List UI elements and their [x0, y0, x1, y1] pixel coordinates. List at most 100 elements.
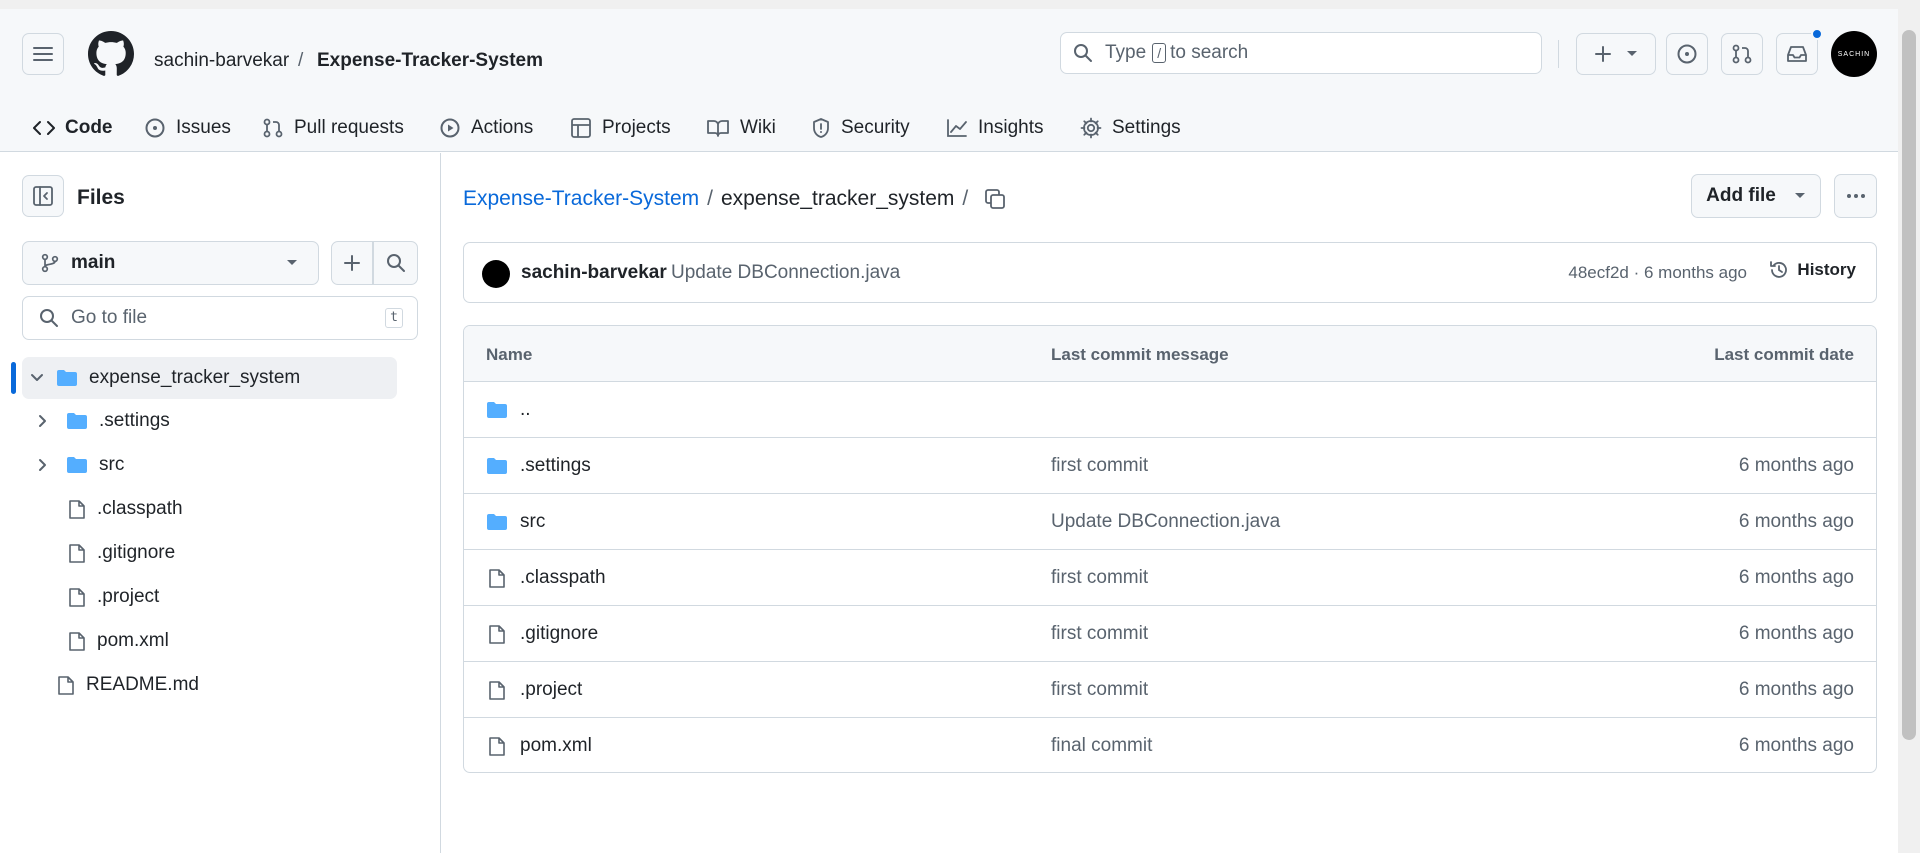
commit-author[interactable]: sachin-barvekar: [521, 262, 667, 284]
tree-item-gitignore[interactable]: .gitignore: [68, 534, 175, 572]
row-name[interactable]: .classpath: [520, 567, 606, 589]
folder-icon: [67, 457, 87, 473]
tree-item-project[interactable]: .project: [68, 578, 159, 616]
tab-projects-label: Projects: [602, 117, 671, 138]
table-row[interactable]: .gitignore first commit 6 months ago: [464, 606, 1876, 662]
path-repo-link[interactable]: Expense-Tracker-System: [463, 187, 699, 211]
breadcrumb-repo[interactable]: Expense-Tracker-System: [317, 50, 543, 72]
collapse-sidebar-button[interactable]: [22, 175, 64, 217]
tab-pull-requests-label: Pull requests: [294, 117, 404, 138]
avatar[interactable]: SACHIN: [1831, 31, 1877, 77]
row-name[interactable]: .settings: [520, 455, 591, 477]
go-to-file-input[interactable]: Go to file t: [22, 296, 418, 340]
row-commit-date: 6 months ago: [1738, 679, 1854, 700]
commit-message[interactable]: Update DBConnection.java: [671, 262, 900, 284]
row-commit-message[interactable]: first commit: [1051, 606, 1148, 662]
tab-security[interactable]: Security: [811, 105, 910, 151]
file-icon: [69, 543, 85, 563]
scrollbar-thumb[interactable]: [1902, 30, 1916, 740]
search-input[interactable]: Type / to search: [1060, 32, 1542, 74]
row-commit-message[interactable]: final commit: [1051, 718, 1152, 772]
path-current-dir: expense_tracker_system: [720, 187, 955, 210]
search-icon: [386, 254, 405, 272]
tab-projects[interactable]: Projects: [570, 105, 671, 151]
play-icon: [440, 118, 460, 138]
row-commit-message[interactable]: Update DBConnection.java: [1051, 494, 1280, 550]
branch-select[interactable]: main: [22, 241, 319, 285]
breadcrumb-separator: /: [298, 50, 304, 71]
row-name-cell: .gitignore: [486, 606, 598, 662]
table-row[interactable]: .settings first commit 6 months ago: [464, 438, 1876, 494]
table-row[interactable]: src Update DBConnection.java 6 months ag…: [464, 494, 1876, 550]
tab-pull-requests[interactable]: Pull requests: [262, 105, 404, 151]
row-name-cell: .classpath: [486, 550, 606, 606]
tree-item-src[interactable]: src: [36, 446, 124, 484]
file-icon: [69, 631, 85, 651]
book-icon: [707, 120, 729, 137]
table-row[interactable]: .project first commit 6 months ago: [464, 662, 1876, 718]
add-file-button[interactable]: Add file: [1691, 174, 1821, 218]
file-icon: [489, 624, 505, 644]
issue-icon: [145, 118, 165, 138]
inbox-button[interactable]: [1776, 33, 1818, 75]
tree-item-expense-tracker-system[interactable]: expense_tracker_system: [22, 357, 397, 399]
row-name-cell: pom.xml: [486, 718, 592, 772]
copy-icon[interactable]: [984, 188, 1006, 210]
tree-item-settings[interactable]: .settings: [36, 402, 170, 440]
tab-insights[interactable]: Insights: [946, 105, 1043, 151]
row-name[interactable]: ..: [520, 399, 531, 421]
commit-meta[interactable]: 48ecf2d · 6 months ago: [1568, 263, 1747, 283]
tab-wiki[interactable]: Wiki: [706, 105, 776, 151]
path-breadcrumb: Expense-Tracker-System / expense_tracker…: [463, 185, 1006, 213]
table-row[interactable]: ..: [464, 382, 1876, 438]
file-icon: [69, 499, 85, 519]
create-new-button[interactable]: [1576, 33, 1656, 75]
search-shortcut-key: /: [1152, 43, 1167, 63]
table-row[interactable]: .classpath first commit 6 months ago: [464, 550, 1876, 606]
folder-icon: [487, 402, 507, 418]
tree-selection-marker: [11, 362, 16, 394]
tree-item-label: src: [99, 454, 125, 475]
avatar-text: SACHIN: [1837, 50, 1871, 58]
tree-item-readme[interactable]: README.md: [57, 666, 199, 704]
row-commit-message[interactable]: first commit: [1051, 438, 1148, 494]
tab-settings[interactable]: Settings: [1080, 105, 1181, 151]
row-commit-date: 6 months ago: [1738, 735, 1854, 756]
issues-button[interactable]: [1666, 33, 1708, 75]
row-commit-date: 6 months ago: [1738, 511, 1854, 532]
tree-item-classpath[interactable]: .classpath: [68, 490, 183, 528]
pull-requests-button[interactable]: [1721, 33, 1763, 75]
tab-code-label: Code: [65, 117, 113, 138]
tree-item-label: README.md: [86, 674, 199, 695]
row-name[interactable]: .gitignore: [520, 623, 598, 645]
commit-author-avatar[interactable]: [482, 260, 510, 288]
search-files-button[interactable]: [373, 241, 418, 285]
add-file-tree-button[interactable]: [331, 241, 373, 285]
row-name[interactable]: src: [520, 511, 545, 533]
row-name[interactable]: .project: [520, 679, 582, 701]
tab-issues[interactable]: Issues: [144, 105, 231, 151]
history-button[interactable]: History: [1769, 260, 1856, 280]
table-row[interactable]: pom.xml final commit 6 months ago: [464, 718, 1876, 772]
tree-item-label: pom.xml: [97, 630, 169, 651]
menu-button[interactable]: [22, 33, 64, 75]
tab-issues-label: Issues: [176, 117, 231, 138]
row-name[interactable]: pom.xml: [520, 735, 592, 757]
plus-icon: [344, 255, 360, 271]
breadcrumb-owner[interactable]: sachin-barvekar: [154, 50, 289, 72]
row-commit-message[interactable]: first commit: [1051, 550, 1148, 606]
file-icon: [489, 736, 505, 756]
issue-opened-icon: [1677, 44, 1697, 64]
tab-actions[interactable]: Actions: [439, 105, 533, 151]
tree-item-pom-xml[interactable]: pom.xml: [68, 622, 169, 660]
folder-icon: [487, 514, 507, 530]
tab-code[interactable]: Code: [33, 105, 113, 151]
more-options-button[interactable]: [1834, 174, 1877, 218]
tab-actions-label: Actions: [471, 117, 534, 138]
plus-icon: [1595, 46, 1611, 62]
search-suffix: to search: [1170, 42, 1249, 63]
kebab-horizontal-icon: [1846, 194, 1865, 198]
github-logo-icon[interactable]: [88, 31, 134, 77]
tree-item-label: expense_tracker_system: [89, 367, 301, 388]
row-commit-message[interactable]: first commit: [1051, 662, 1148, 718]
